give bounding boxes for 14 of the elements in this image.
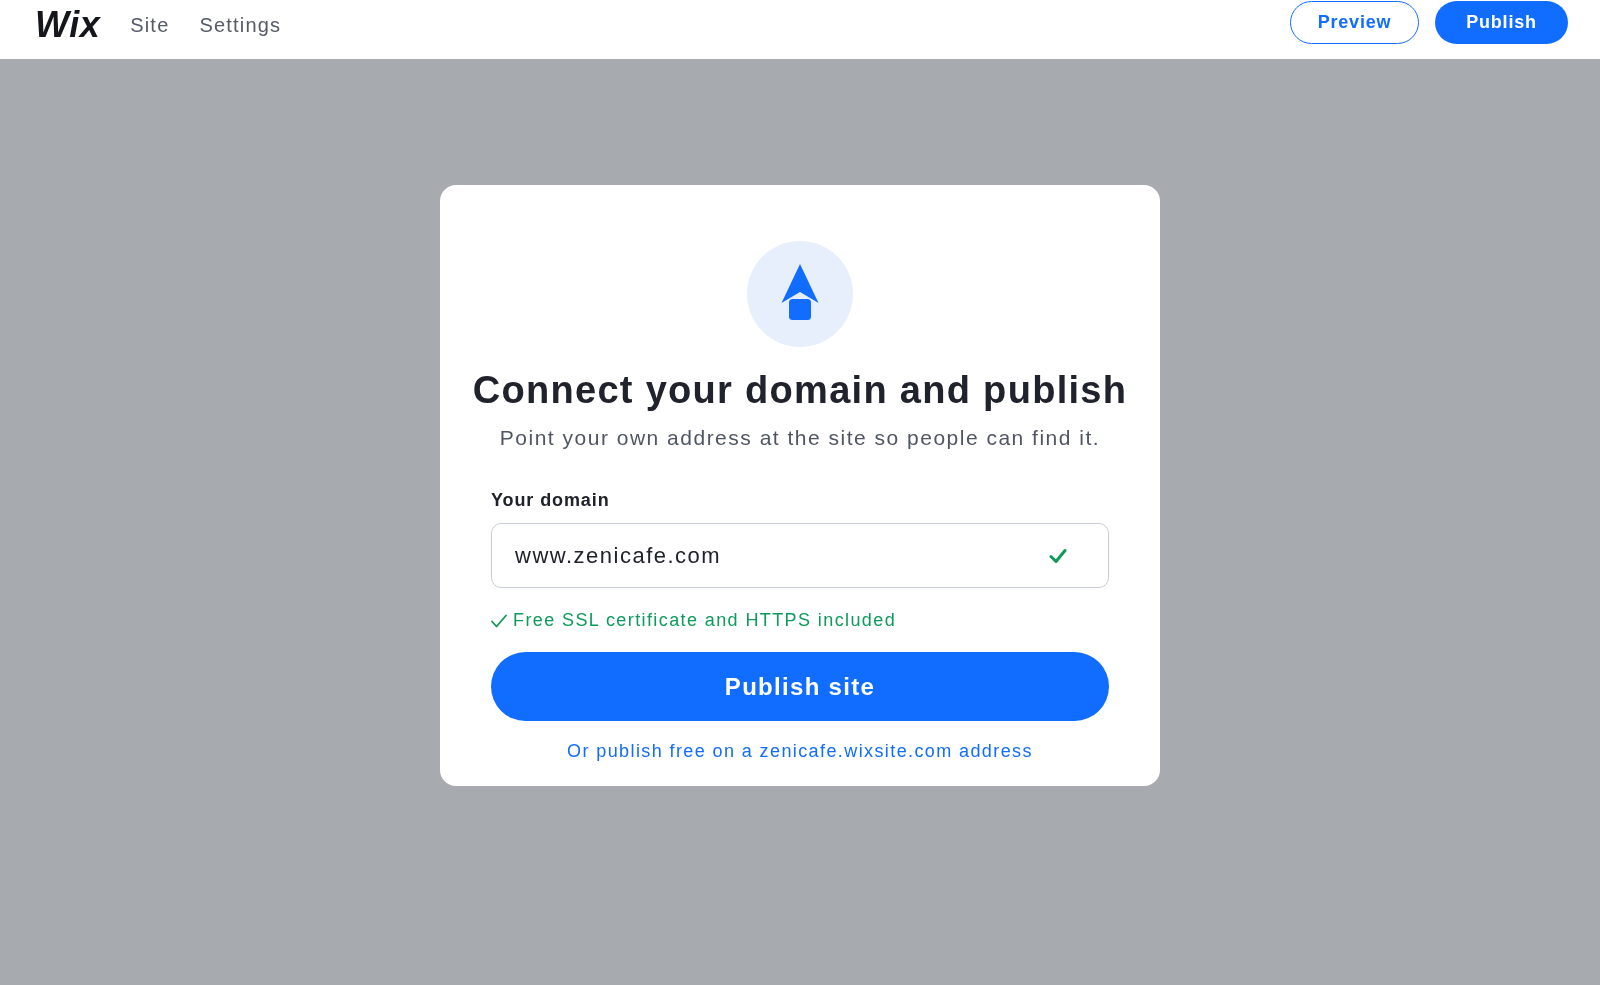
check-icon [491, 613, 507, 628]
domain-input-field[interactable]: www.zenicafe.com [491, 523, 1109, 588]
logo: Wix [35, 3, 101, 46]
publish-site-button[interactable]: Publish site [491, 652, 1109, 721]
publish-button[interactable]: Publish [1435, 0, 1568, 44]
ssl-note: Free SSL certificate and HTTPS included [513, 610, 897, 631]
field-label: Your domain [491, 490, 610, 511]
preview-button[interactable]: Preview [1290, 0, 1419, 44]
free-address-link[interactable]: Or publish free on a zenicafe.wixsite.com address [567, 741, 1033, 762]
dialog-title: Connect your domain and publish [472, 369, 1128, 412]
dialog-subtitle: Point your own address at the site so people can find it. [499, 426, 1101, 450]
arrow-up-icon [747, 241, 853, 347]
nav-menu-item[interactable]: Settings [199, 14, 282, 37]
nav-menu-item[interactable]: Site [130, 14, 170, 37]
